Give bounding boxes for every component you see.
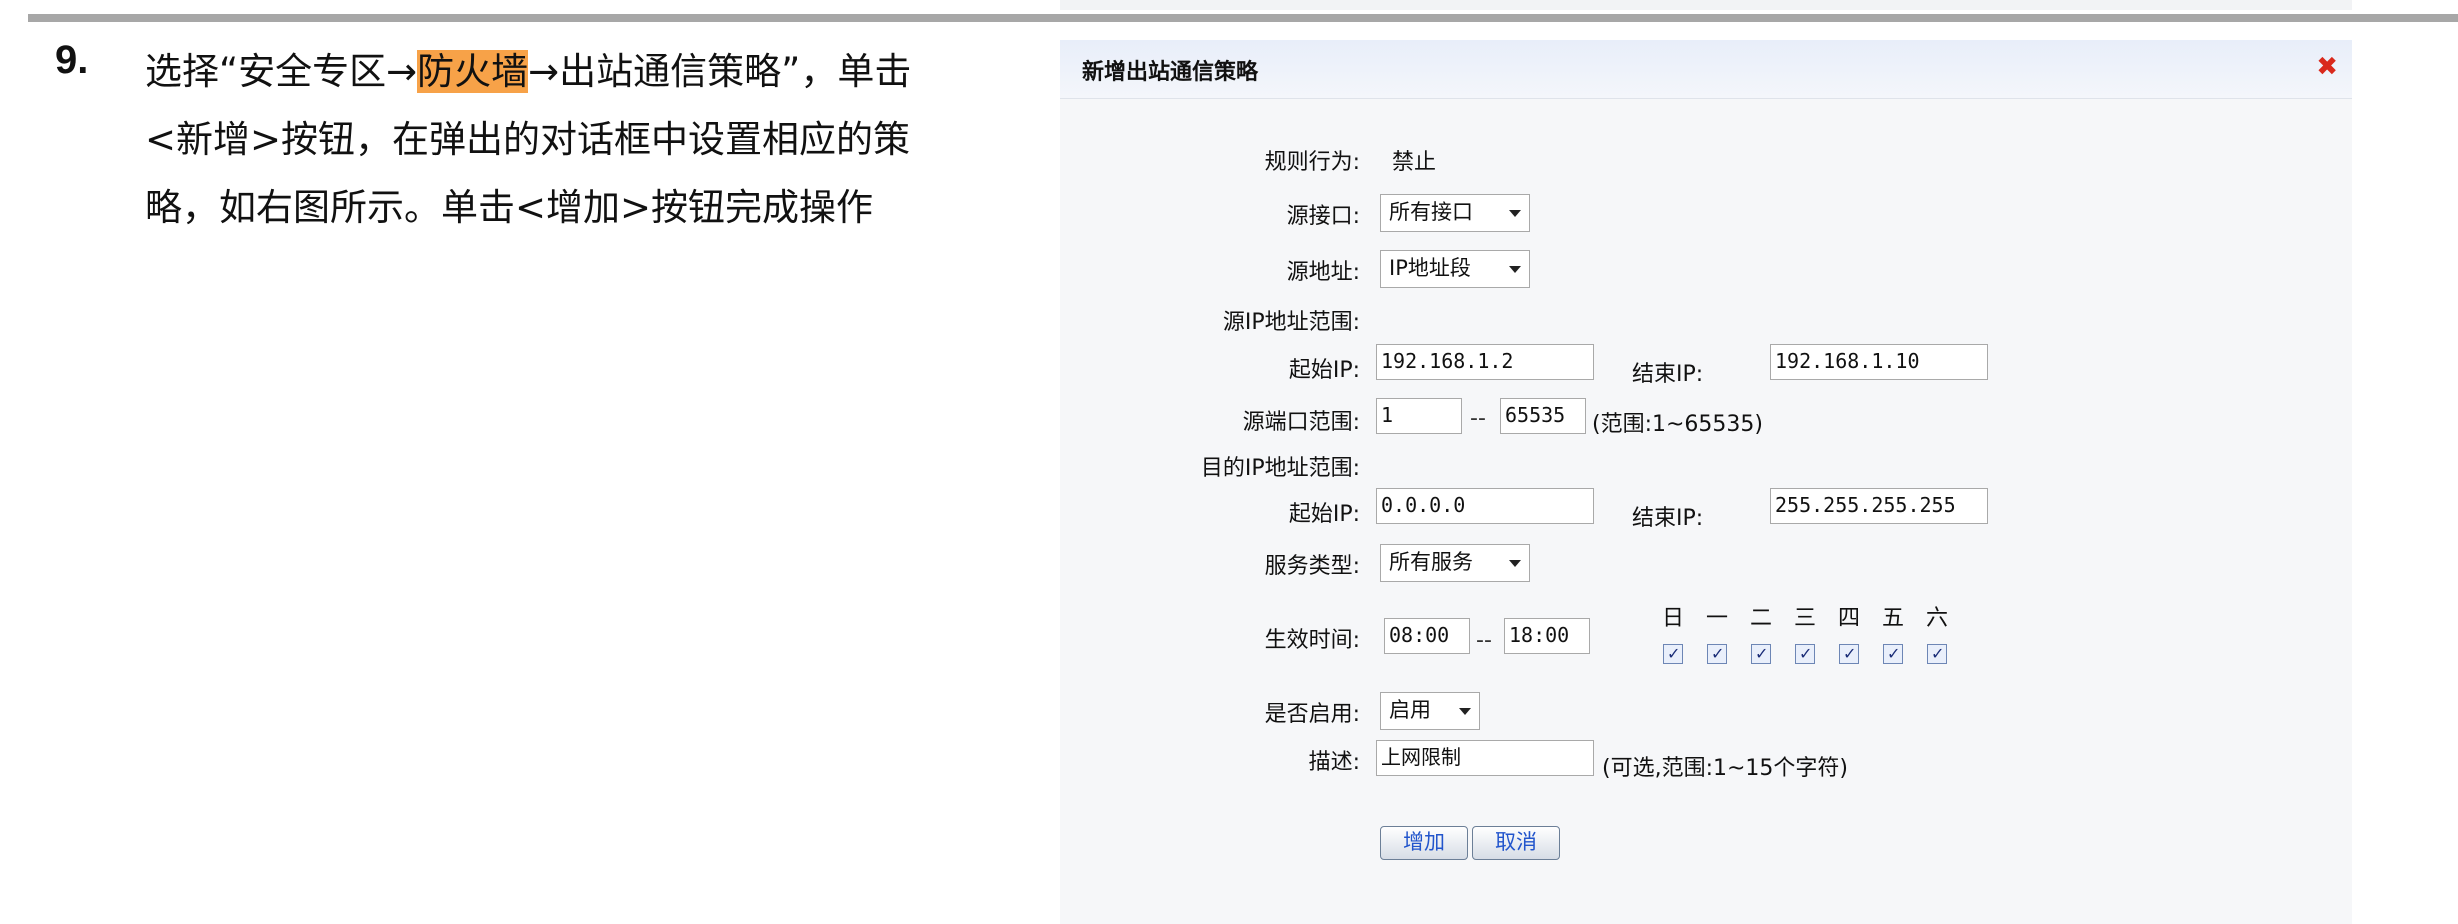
dst-start-ip-input[interactable]: 0.0.0.0	[1376, 488, 1594, 524]
checkmark-icon: ✓	[1711, 644, 1725, 663]
src-start-ip-input[interactable]: 192.168.1.2	[1376, 344, 1594, 380]
port-range-hint: (范围:1~65535)	[1592, 412, 1763, 437]
day-header-wed: 三	[1793, 606, 1816, 631]
effective-time-label: 生效时间:	[1264, 628, 1360, 653]
chevron-down-icon	[1509, 266, 1521, 273]
src-end-ip-input[interactable]: 192.168.1.10	[1770, 344, 1988, 380]
src-interface-value: 所有接口	[1389, 200, 1473, 224]
src-port-range-label: 源端口范围:	[1242, 410, 1360, 435]
dialog-title: 新增出站通信策略	[1082, 60, 1259, 85]
close-icon[interactable]: ✖	[2316, 54, 2338, 80]
day-header-thu: 四	[1837, 606, 1860, 631]
src-address-label: 源地址:	[1286, 260, 1360, 285]
enabled-value: 启用	[1389, 698, 1431, 722]
src-address-value: IP地址段	[1389, 256, 1471, 280]
src-address-select[interactable]: IP地址段	[1380, 250, 1530, 288]
day-checkbox-thu[interactable]: ✓	[1839, 644, 1859, 664]
step-instruction: 选择“安全专区→防火墙→出站通信策略”，单击 <新增>按钮，在弹出的对话框中设置…	[145, 38, 1005, 242]
enabled-label: 是否启用:	[1264, 702, 1360, 727]
instruction-highlight: 防火墙	[417, 50, 529, 93]
checkmark-icon: ✓	[1755, 644, 1769, 663]
checkmark-icon: ✓	[1887, 644, 1901, 663]
checkmark-icon: ✓	[1931, 644, 1945, 663]
src-end-ip-label: 结束IP:	[1632, 362, 1704, 387]
instruction-text: 选择“安全专区→	[145, 50, 418, 93]
instruction-text: →出站通信策略”，单击	[528, 50, 912, 93]
rule-action-value: 禁止	[1392, 150, 1437, 175]
step-number: 9.	[55, 38, 89, 82]
rule-action-label: 规则行为:	[1264, 150, 1360, 175]
dst-start-ip-label: 起始IP:	[1288, 502, 1360, 527]
add-outbound-policy-dialog: 新增出站通信策略 ✖ 规则行为: 禁止 源接口: 所有接口 源地址: IP地址段…	[1060, 40, 2352, 924]
background-panel-strip	[1060, 0, 2352, 10]
time-to-input[interactable]: 18:00	[1504, 618, 1590, 654]
day-header-sat: 六	[1925, 606, 1948, 631]
day-header-tue: 二	[1749, 606, 1772, 631]
src-interface-select[interactable]: 所有接口	[1380, 194, 1530, 232]
day-checkbox-tue[interactable]: ✓	[1751, 644, 1771, 664]
time-range-separator: --	[1476, 628, 1492, 653]
description-input[interactable]: 上网限制	[1376, 740, 1594, 776]
service-type-value: 所有服务	[1389, 550, 1473, 574]
add-button[interactable]: 增加	[1380, 826, 1468, 860]
src-ip-range-label: 源IP地址范围:	[1222, 310, 1360, 335]
src-port-to-input[interactable]: 65535	[1500, 398, 1586, 434]
day-checkbox-mon[interactable]: ✓	[1707, 644, 1727, 664]
instruction-line-3: 略，如右图所示。单击<增加>按钮完成操作	[145, 186, 874, 229]
day-checkbox-wed[interactable]: ✓	[1795, 644, 1815, 664]
day-header-sun: 日	[1661, 606, 1684, 631]
day-checkbox-fri[interactable]: ✓	[1883, 644, 1903, 664]
src-start-ip-label: 起始IP:	[1288, 358, 1360, 383]
day-checkbox-sat[interactable]: ✓	[1927, 644, 1947, 664]
cancel-button[interactable]: 取消	[1472, 826, 1560, 860]
dialog-header: 新增出站通信策略 ✖	[1060, 40, 2352, 99]
port-range-separator: --	[1470, 406, 1486, 431]
description-hint: (可选,范围:1~15个字符)	[1602, 756, 1848, 781]
checkmark-icon: ✓	[1799, 644, 1813, 663]
src-interface-label: 源接口:	[1286, 204, 1360, 229]
instruction-line-1: 选择“安全专区→防火墙→出站通信策略”，单击	[145, 38, 1005, 106]
divider-line	[28, 14, 2458, 22]
checkmark-icon: ✓	[1667, 644, 1681, 663]
chevron-down-icon	[1509, 210, 1521, 217]
chevron-down-icon	[1509, 560, 1521, 567]
service-type-label: 服务类型:	[1264, 554, 1360, 579]
src-port-from-input[interactable]: 1	[1376, 398, 1462, 434]
chevron-down-icon	[1459, 708, 1471, 715]
dst-end-ip-label: 结束IP:	[1632, 506, 1704, 531]
checkmark-icon: ✓	[1843, 644, 1857, 663]
instruction-line-2: <新增>按钮，在弹出的对话框中设置相应的策	[145, 118, 911, 161]
day-header-mon: 一	[1705, 606, 1728, 631]
day-checkbox-sun[interactable]: ✓	[1663, 644, 1683, 664]
day-header-fri: 五	[1881, 606, 1904, 631]
description-label: 描述:	[1308, 750, 1360, 775]
dst-end-ip-input[interactable]: 255.255.255.255	[1770, 488, 1988, 524]
enabled-select[interactable]: 启用	[1380, 692, 1480, 730]
time-from-input[interactable]: 08:00	[1384, 618, 1470, 654]
dst-ip-range-label: 目的IP地址范围:	[1200, 456, 1360, 481]
service-type-select[interactable]: 所有服务	[1380, 544, 1530, 582]
